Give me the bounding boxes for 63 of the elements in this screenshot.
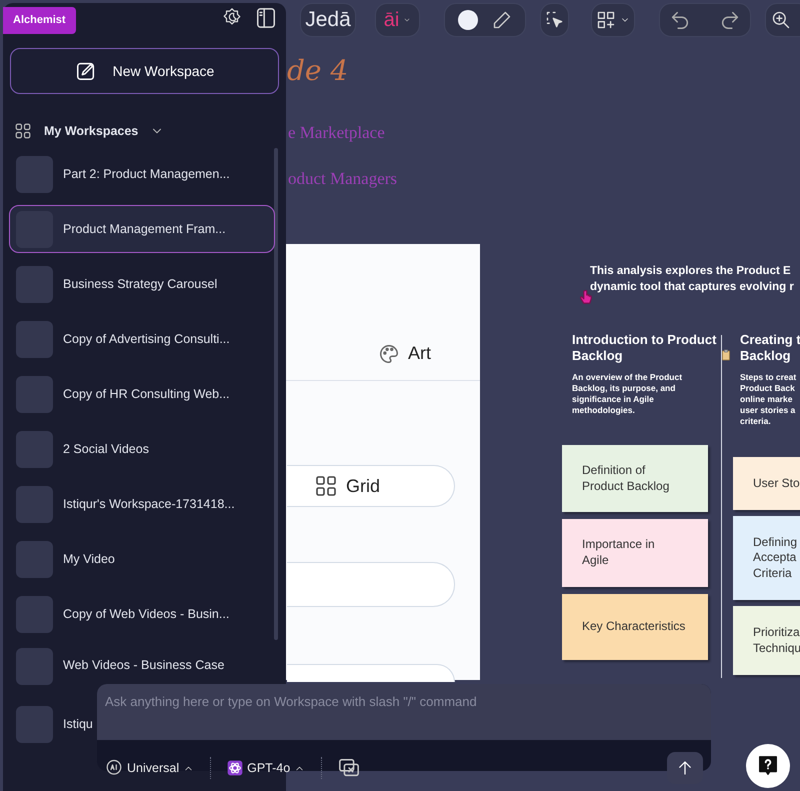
title-fragment: de 4 bbox=[287, 53, 348, 89]
workspace-item[interactable]: Web Videos - Business Case bbox=[9, 645, 275, 683]
add-grid-icon[interactable] bbox=[596, 10, 616, 30]
ai-chat-icon bbox=[105, 759, 123, 777]
caret-icon bbox=[403, 16, 412, 24]
workspace-item[interactable]: Copy of HR Consulting Web... bbox=[9, 370, 275, 418]
workspace-thumbnail bbox=[16, 156, 53, 192]
my-workspaces-toggle[interactable]: My Workspaces bbox=[14, 122, 164, 141]
palette-icon bbox=[378, 342, 400, 364]
workspace-item[interactable]: Istiqu bbox=[9, 700, 95, 748]
workspace-item[interactable]: Copy of Web Videos - Busin... bbox=[9, 590, 275, 638]
arrow-up-icon bbox=[676, 759, 694, 777]
chat-input[interactable]: Ask anything here or type on Workspace with slash "/" command bbox=[97, 684, 711, 740]
sticky-note: Importance in Agile bbox=[562, 519, 708, 587]
alchemist-badge: Alchemist bbox=[3, 7, 76, 34]
workspace-thumbnail bbox=[16, 430, 53, 468]
atom-icon bbox=[227, 760, 244, 776]
sticky-note: Key Characteristics bbox=[562, 594, 708, 660]
workspace-thumbnail bbox=[16, 266, 53, 302]
sticky-note: Definition of Product Backlog bbox=[562, 445, 708, 512]
workspace-thumbnail bbox=[16, 320, 53, 358]
summary-text: This analysis explores the Product E dynamic tool that captures evolving r bbox=[590, 264, 795, 295]
chats-icon[interactable] bbox=[338, 757, 360, 779]
edit-icon bbox=[74, 60, 97, 82]
workspace-item[interactable]: Part 2: Product Managemen... bbox=[9, 150, 275, 198]
workspace-thumbnail bbox=[16, 648, 53, 685]
workspace-item[interactable]: Copy of Advertising Consulti... bbox=[9, 315, 275, 363]
select-icon[interactable] bbox=[544, 10, 564, 30]
clipboard-icon bbox=[720, 348, 732, 362]
workspace-thumbnail bbox=[16, 596, 53, 632]
workspace-item[interactable]: Business Strategy Carousel bbox=[9, 260, 275, 308]
workspace-thumbnail bbox=[16, 540, 53, 578]
undo-icon[interactable] bbox=[669, 9, 691, 31]
title-fragment: oduct Managers bbox=[288, 168, 398, 190]
redo-icon[interactable] bbox=[719, 9, 741, 31]
column-title: Introduction to Product Backlog bbox=[572, 332, 716, 364]
art-label: Art bbox=[408, 342, 432, 365]
sticky-note: Defining Accepta Criteria bbox=[733, 516, 800, 600]
grid-icon bbox=[314, 474, 338, 498]
color-swatch[interactable] bbox=[458, 10, 478, 30]
zoom-in-icon[interactable] bbox=[771, 10, 791, 30]
grid-option[interactable]: Grid bbox=[287, 465, 455, 507]
workspace-item[interactable]: 2 Social Videos bbox=[9, 425, 275, 473]
new-workspace-button[interactable]: New Workspace bbox=[10, 48, 279, 94]
model-selector[interactable]: GPT-4o bbox=[227, 758, 306, 778]
workspace-item[interactable]: Istiqur's Workspace-1731418... bbox=[9, 480, 275, 528]
help-button[interactable] bbox=[746, 744, 790, 788]
workspace-thumbnail bbox=[16, 486, 53, 522]
sticky-note: User Sto bbox=[733, 457, 800, 510]
workspace-item[interactable]: My Video bbox=[9, 535, 275, 583]
mode-selector[interactable]: Universal bbox=[105, 758, 194, 778]
sidebar-toggle-icon[interactable] bbox=[255, 6, 277, 30]
sticky-note: Prioritiza Techniqu bbox=[733, 606, 800, 675]
title-fragment: e Marketplace bbox=[288, 122, 385, 144]
logo-button[interactable]: Jedā bbox=[300, 3, 356, 37]
workspace-item[interactable]: Product Management Fram... bbox=[9, 205, 275, 253]
column-description: An overview of the Product Backlog, its purpose, and significance in Agile methodologies. bbox=[572, 372, 684, 416]
pencil-icon[interactable] bbox=[492, 10, 512, 30]
grid-icon bbox=[14, 122, 32, 140]
workspace-thumbnail bbox=[16, 376, 53, 412]
column-description: Steps to creat Product Back online marke user stories a criteria. bbox=[740, 372, 798, 428]
help-icon bbox=[757, 754, 779, 778]
workspace-thumbnail bbox=[16, 706, 53, 742]
